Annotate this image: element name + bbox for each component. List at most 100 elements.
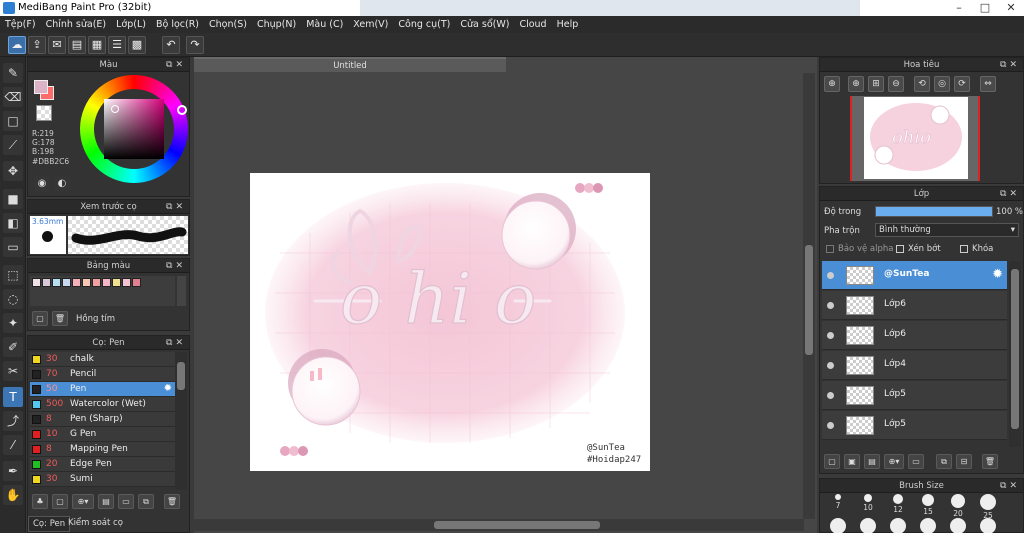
brush-size-dot[interactable]: [980, 518, 996, 533]
add-layer-menu-icon[interactable]: ⊕▾: [884, 454, 904, 469]
opacity-slider[interactable]: [875, 206, 993, 217]
panel-controls[interactable]: ⧉✕: [1000, 58, 1020, 72]
redo-icon[interactable]: ↷: [186, 36, 204, 54]
gear-icon[interactable]: ✹: [164, 383, 172, 394]
duplicate-layer-icon[interactable]: ⧉: [936, 454, 952, 469]
horizontal-scrollbar[interactable]: [194, 519, 804, 531]
zoom-in-2-icon[interactable]: ⊕: [848, 76, 864, 92]
menu-view[interactable]: Xem(V): [348, 19, 393, 30]
eye-icon[interactable]: [827, 422, 834, 429]
brush-item[interactable]: 10 G Pen: [30, 427, 175, 442]
drawing-canvas[interactable]: o hi o @SunTea #Hoidap247: [250, 173, 650, 471]
upload-icon[interactable]: ⇪: [28, 36, 46, 54]
menu-help[interactable]: Help: [552, 19, 584, 30]
select-eraser-tool-icon[interactable]: ✂: [3, 361, 23, 381]
page-icon[interactable]: ▦: [88, 36, 106, 54]
brush-size-cell[interactable]: 10: [854, 494, 882, 514]
layer-row[interactable]: Lớp6: [822, 291, 1007, 320]
brush-size-cell[interactable]: 25: [974, 494, 1002, 520]
brush-scroll-thumb[interactable]: [177, 362, 185, 390]
palette-swatch[interactable]: [132, 278, 141, 287]
brush-item[interactable]: 50 Pen ✹: [30, 382, 175, 397]
menu-capture[interactable]: Chụp(N): [252, 19, 301, 30]
sv-cursor[interactable]: [111, 105, 119, 113]
eye-icon[interactable]: [827, 362, 834, 369]
vertical-scroll-thumb[interactable]: [805, 245, 813, 355]
list-icon[interactable]: ☰: [108, 36, 126, 54]
layer-folder-icon[interactable]: ▭: [908, 454, 924, 469]
minimize-button[interactable]: –: [946, 0, 972, 16]
delete-brush-icon[interactable]: 🗑: [164, 494, 180, 509]
move-tool-icon[interactable]: ✥: [3, 161, 23, 181]
menu-layer[interactable]: Lớp(L): [111, 19, 151, 30]
palette-swatch[interactable]: [122, 278, 131, 287]
fit-icon[interactable]: ⊞: [868, 76, 884, 92]
document-icon[interactable]: ▤: [68, 36, 86, 54]
zoom-out-icon[interactable]: ⊖: [888, 76, 904, 92]
panel-controls[interactable]: ⧉✕: [166, 58, 186, 72]
menu-cloud[interactable]: Cloud: [514, 19, 551, 30]
panel-controls[interactable]: ⧉✕: [1000, 479, 1020, 493]
layer-scroll-thumb[interactable]: [1011, 269, 1019, 429]
blend-mode-select[interactable]: Bình thường ▾: [875, 223, 1019, 237]
eye-icon[interactable]: [827, 332, 834, 339]
layer-row[interactable]: Lớp5: [822, 411, 1007, 440]
lock-checkbox[interactable]: [960, 245, 968, 253]
foreground-color-swatch[interactable]: [34, 80, 48, 94]
new-8bit-layer-icon[interactable]: ▤: [864, 454, 880, 469]
maximize-button[interactable]: □: [972, 0, 998, 16]
close-button[interactable]: ✕: [998, 0, 1024, 16]
gear-icon[interactable]: ✹: [992, 267, 1003, 282]
vertical-scrollbar[interactable]: [803, 73, 815, 519]
select-rect-tool-icon[interactable]: ⬚: [3, 265, 23, 285]
text-tool-icon[interactable]: T: [3, 387, 23, 407]
brush-size-cell[interactable]: 12: [884, 494, 912, 514]
layer-row[interactable]: Lớp4: [822, 351, 1007, 380]
brush-item[interactable]: 20 Edge Pen: [30, 457, 175, 472]
menu-edit[interactable]: Chỉnh sửa(E): [41, 19, 112, 30]
new-halftone-layer-icon[interactable]: ▣: [844, 454, 860, 469]
palette-wheel-icon[interactable]: ◉: [34, 176, 50, 192]
tab-brush-control[interactable]: Kiểm soát cọ: [64, 516, 127, 530]
menu-select[interactable]: Chọn(S): [204, 19, 252, 30]
delete-palette-icon[interactable]: 🗑: [52, 311, 68, 326]
brush-size-dot[interactable]: [830, 518, 846, 533]
fill-rect-tool-icon[interactable]: ■: [3, 189, 23, 209]
reset-rotation-icon[interactable]: ◎: [934, 76, 950, 92]
palette-scrollbar[interactable]: [177, 276, 186, 306]
menu-file[interactable]: Tệp(F): [0, 19, 41, 30]
menu-filter[interactable]: Bộ lọc(R): [151, 19, 204, 30]
brush-tool-icon[interactable]: ✎: [3, 63, 23, 83]
brush-item[interactable]: 70 Pencil: [30, 367, 175, 382]
palette-swatch[interactable]: [42, 278, 51, 287]
brush-item[interactable]: 8 Pen (Sharp): [30, 412, 175, 427]
grid-icon[interactable]: ▩: [128, 36, 146, 54]
menu-color[interactable]: Màu (C): [301, 19, 348, 30]
horizontal-scroll-thumb[interactable]: [434, 521, 600, 529]
palette-swatch[interactable]: [102, 278, 111, 287]
undo-icon[interactable]: ↶: [162, 36, 180, 54]
layer-scrollbar[interactable]: [1009, 261, 1021, 447]
eye-icon[interactable]: [827, 392, 834, 399]
new-brush-icon[interactable]: ▢: [52, 494, 68, 509]
palette-swatch[interactable]: [82, 278, 91, 287]
gradient-tool-icon[interactable]: ▭: [3, 237, 23, 257]
brush-item[interactable]: 30 Sumi: [30, 472, 175, 487]
hue-wheel[interactable]: [80, 75, 188, 183]
new-layer-icon[interactable]: ▢: [824, 454, 840, 469]
brush-size-cell[interactable]: 20: [944, 494, 972, 518]
eye-icon[interactable]: [827, 272, 834, 279]
brush-size-dot[interactable]: [920, 518, 936, 533]
palette-swatch[interactable]: [92, 278, 101, 287]
brush-settings-icon[interactable]: ▤: [98, 494, 114, 509]
flip-icon[interactable]: ⇔: [980, 76, 996, 92]
cloud-icon[interactable]: ☁: [8, 36, 26, 54]
rotate-right-icon[interactable]: ⟳: [954, 76, 970, 92]
brush-size-cell[interactable]: 15: [914, 494, 942, 516]
layer-row[interactable]: Lớp6: [822, 321, 1007, 350]
hue-cursor[interactable]: [177, 105, 187, 115]
comment-icon[interactable]: ✉: [48, 36, 66, 54]
menu-window[interactable]: Cửa sổ(W): [455, 19, 514, 30]
navigator-viewport[interactable]: ohio: [850, 96, 980, 181]
palette-swatch[interactable]: [32, 278, 41, 287]
